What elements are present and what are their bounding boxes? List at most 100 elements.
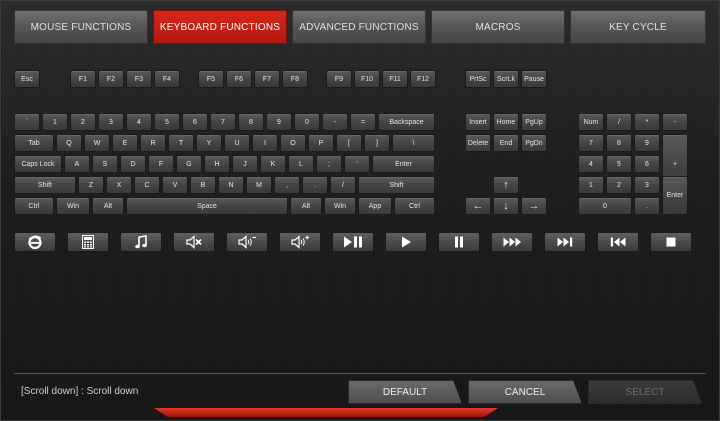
- key-4[interactable]: 4: [578, 155, 604, 173]
- key-sym[interactable]: ,: [274, 176, 300, 194]
- key-f1[interactable]: F1: [70, 70, 96, 88]
- key-pause[interactable]: Pause: [521, 70, 547, 88]
- key-space[interactable]: Space: [126, 197, 288, 215]
- key-end[interactable]: End: [493, 134, 519, 152]
- key-b[interactable]: B: [190, 176, 216, 194]
- key-s[interactable]: S: [92, 155, 118, 173]
- key-r[interactable]: R: [140, 134, 166, 152]
- volume-down-icon[interactable]: [226, 232, 268, 252]
- key-delete[interactable]: Delete: [465, 134, 491, 152]
- key-insert[interactable]: Insert: [465, 113, 491, 131]
- key-sym[interactable]: =: [350, 113, 376, 131]
- key-y[interactable]: Y: [196, 134, 222, 152]
- previous-track-icon[interactable]: [597, 232, 639, 252]
- next-track-icon[interactable]: [544, 232, 586, 252]
- key-esc[interactable]: Esc: [14, 70, 40, 88]
- key-sym[interactable]: \: [392, 134, 435, 152]
- key-alt[interactable]: Alt: [92, 197, 124, 215]
- key-5[interactable]: 5: [154, 113, 180, 131]
- key-u[interactable]: U: [224, 134, 250, 152]
- key-0[interactable]: 0: [294, 113, 320, 131]
- key-shift[interactable]: Shift: [358, 176, 435, 194]
- key-tab[interactable]: Tab: [14, 134, 54, 152]
- key-i[interactable]: I: [252, 134, 278, 152]
- cancel-button[interactable]: CANCEL: [468, 380, 582, 404]
- key-g[interactable]: G: [176, 155, 202, 173]
- key-sym[interactable]: `: [14, 113, 40, 131]
- pause-icon[interactable]: [438, 232, 480, 252]
- key-d[interactable]: D: [120, 155, 146, 173]
- key-app[interactable]: App: [358, 197, 392, 215]
- key-a[interactable]: A: [64, 155, 90, 173]
- key-enter[interactable]: Enter: [662, 176, 688, 215]
- key-f12[interactable]: F12: [410, 70, 436, 88]
- music-note-icon[interactable]: [120, 232, 162, 252]
- key-sym[interactable]: ←: [465, 197, 491, 215]
- key-sym[interactable]: *: [634, 113, 660, 131]
- mute-icon[interactable]: [173, 232, 215, 252]
- key-f5[interactable]: F5: [198, 70, 224, 88]
- key-alt[interactable]: Alt: [290, 197, 322, 215]
- key-1[interactable]: 1: [578, 176, 604, 194]
- key-3[interactable]: 3: [634, 176, 660, 194]
- key-x[interactable]: X: [106, 176, 132, 194]
- key-sym[interactable]: ↑: [493, 176, 519, 194]
- key-sym[interactable]: /: [330, 176, 356, 194]
- key-ctrl[interactable]: Ctrl: [14, 197, 54, 215]
- ie-icon[interactable]: [14, 232, 56, 252]
- key-f9[interactable]: F9: [326, 70, 352, 88]
- key-sym[interactable]: ↓: [493, 197, 519, 215]
- key-sym[interactable]: .: [634, 197, 660, 215]
- key-2[interactable]: 2: [70, 113, 96, 131]
- key-9[interactable]: 9: [266, 113, 292, 131]
- key-6[interactable]: 6: [182, 113, 208, 131]
- key-v[interactable]: V: [162, 176, 188, 194]
- key-f10[interactable]: F10: [354, 70, 380, 88]
- play-pause-icon[interactable]: [332, 232, 374, 252]
- key-e[interactable]: E: [112, 134, 138, 152]
- key-win[interactable]: Win: [56, 197, 90, 215]
- stop-icon[interactable]: [650, 232, 692, 252]
- key-f3[interactable]: F3: [126, 70, 152, 88]
- key-7[interactable]: 7: [578, 134, 604, 152]
- key-f11[interactable]: F11: [382, 70, 408, 88]
- key-sym[interactable]: →: [521, 197, 547, 215]
- key-7[interactable]: 7: [210, 113, 236, 131]
- key-win[interactable]: Win: [324, 197, 356, 215]
- key-3[interactable]: 3: [98, 113, 124, 131]
- tab-advanced-functions[interactable]: ADVANCED FUNCTIONS: [292, 10, 426, 44]
- key-h[interactable]: H: [204, 155, 230, 173]
- key-8[interactable]: 8: [238, 113, 264, 131]
- key-5[interactable]: 5: [606, 155, 632, 173]
- key-sym[interactable]: [: [336, 134, 362, 152]
- key-f[interactable]: F: [148, 155, 174, 173]
- key-pgdn[interactable]: PgDn: [521, 134, 547, 152]
- key-backspace[interactable]: Backspace: [378, 113, 435, 131]
- key-f8[interactable]: F8: [282, 70, 308, 88]
- key-9[interactable]: 9: [634, 134, 660, 152]
- key-1[interactable]: 1: [42, 113, 68, 131]
- default-button[interactable]: DEFAULT: [348, 380, 462, 404]
- key-sym[interactable]: -: [322, 113, 348, 131]
- key-f4[interactable]: F4: [154, 70, 180, 88]
- key-z[interactable]: Z: [78, 176, 104, 194]
- volume-up-icon[interactable]: [279, 232, 321, 252]
- key-shift[interactable]: Shift: [14, 176, 76, 194]
- key-scrlk[interactable]: ScrLk: [493, 70, 519, 88]
- tab-mouse-functions[interactable]: MOUSE FUNCTIONS: [14, 10, 148, 44]
- key-n[interactable]: N: [218, 176, 244, 194]
- key-t[interactable]: T: [168, 134, 194, 152]
- key-sym[interactable]: ': [344, 155, 370, 173]
- tab-macros[interactable]: MACROS: [431, 10, 565, 44]
- key-2[interactable]: 2: [606, 176, 632, 194]
- play-icon[interactable]: [385, 232, 427, 252]
- key-sym[interactable]: .: [302, 176, 328, 194]
- key-sym[interactable]: ]: [364, 134, 390, 152]
- key-sym[interactable]: -: [662, 113, 688, 131]
- key-pgup[interactable]: PgUp: [521, 113, 547, 131]
- select-button[interactable]: SELECT: [588, 380, 702, 404]
- key-k[interactable]: K: [260, 155, 286, 173]
- key-4[interactable]: 4: [126, 113, 152, 131]
- key-m[interactable]: M: [246, 176, 272, 194]
- key-sym[interactable]: ;: [316, 155, 342, 173]
